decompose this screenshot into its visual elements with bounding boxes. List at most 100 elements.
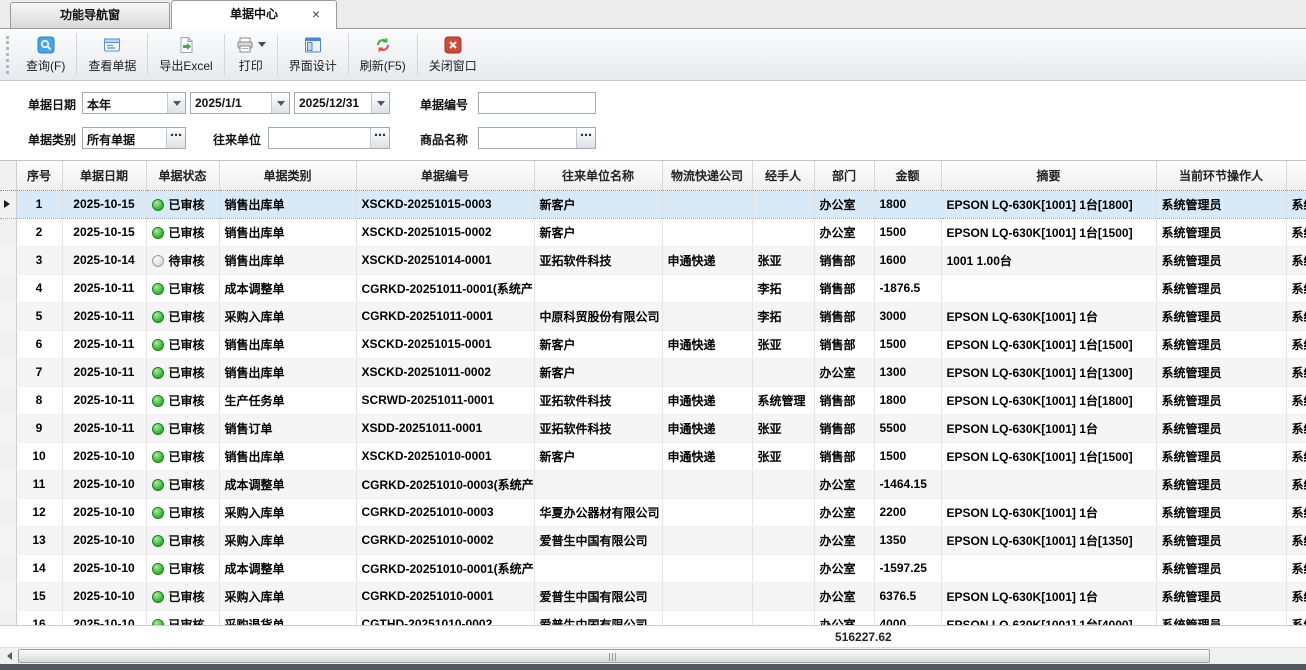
col-header-logistics[interactable]: 物流快递公司 — [662, 161, 752, 190]
col-header-handler[interactable]: 经手人 — [752, 161, 814, 190]
cell-date: 2025-10-11 — [62, 386, 146, 414]
cell-logistics — [662, 554, 752, 582]
ui-design-button[interactable]: 界面设计 — [278, 29, 348, 80]
tab-function-navigator[interactable]: 功能导航窗 — [10, 2, 170, 28]
cell-creator: 系统管理员 — [1286, 190, 1306, 218]
print-button-label: 打印 — [239, 57, 263, 74]
cell-number: SCRWD-20251011-0001 — [356, 386, 534, 414]
approved-status-icon — [152, 311, 164, 323]
cell-no: 9 — [16, 414, 62, 442]
cell-logistics — [662, 470, 752, 498]
cell-summary: EPSON LQ-630K[1001] 1台 — [941, 302, 1156, 330]
tab-close-icon[interactable]: × — [308, 1, 324, 28]
date-to-combo[interactable]: 2025/12/31 — [294, 92, 390, 114]
table-row[interactable]: 132025-10-10已审核采购入库单CGRKD-20251010-0002爱… — [0, 526, 1306, 554]
cell-summary — [941, 274, 1156, 302]
ellipsis-picker-icon[interactable]: ⋯ — [370, 128, 389, 148]
date-from-combo[interactable]: 2025/1/1 — [190, 92, 290, 114]
cell-amount: 3000 — [874, 302, 941, 330]
toolbar-grip-handle[interactable] — [6, 36, 9, 74]
table-row[interactable]: 52025-10-11已审核采购入库单CGRKD-20251011-0001中原… — [0, 302, 1306, 330]
print-dropdown-caret-icon[interactable] — [258, 42, 266, 51]
cell-no: 1 — [16, 190, 62, 218]
scroll-left-arrow-icon[interactable] — [0, 648, 17, 664]
cell-amount: 1500 — [874, 218, 941, 246]
table-row[interactable]: 162025-10-10已审核采购退货单CGTHD-20251010-0002爱… — [0, 610, 1306, 626]
cell-summary: EPSON LQ-630K[1001] 1台 — [941, 414, 1156, 442]
table-row[interactable]: 82025-10-11已审核生产任务单SCRWD-20251011-0001亚拓… — [0, 386, 1306, 414]
table-row[interactable]: 142025-10-10已审核成本调整单CGRKD-20251010-0001(… — [0, 554, 1306, 582]
cell-dept: 销售部 — [814, 414, 874, 442]
table-row[interactable]: 42025-10-11已审核成本调整单CGRKD-20251011-0001(系… — [0, 274, 1306, 302]
cell-handler: 张亚 — [752, 246, 814, 274]
chevron-down-icon[interactable] — [167, 93, 185, 113]
date-range-combo[interactable]: 本年 — [82, 92, 186, 114]
col-header-summary[interactable]: 摘要 — [941, 161, 1156, 190]
scrollbar-thumb[interactable] — [18, 649, 1210, 663]
cell-dept: 销售部 — [814, 442, 874, 470]
cell-summary: EPSON LQ-630K[1001] 1台[1800] — [941, 386, 1156, 414]
query-button[interactable]: 查询(F) — [15, 29, 76, 80]
cell-type: 销售出库单 — [219, 442, 356, 470]
cell-no: 8 — [16, 386, 62, 414]
col-header-amount[interactable]: 金额 — [874, 161, 941, 190]
table-row[interactable]: 122025-10-10已审核采购入库单CGRKD-20251010-0003华… — [0, 498, 1306, 526]
table-row[interactable]: 152025-10-10已审核采购入库单CGRKD-20251010-0001爱… — [0, 582, 1306, 610]
partner-input[interactable] — [269, 128, 371, 148]
col-header-type[interactable]: 单据类别 — [219, 161, 356, 190]
partner-input-wrap: ⋯ — [268, 127, 390, 149]
cell-summary — [941, 554, 1156, 582]
doc-category-picker[interactable]: 所有单据 ⋯ — [82, 127, 186, 149]
table-row[interactable]: 22025-10-15已审核销售出库单XSCKD-20251015-0002新客… — [0, 218, 1306, 246]
table-row[interactable]: 12025-10-15已审核销售出库单XSCKD-20251015-0003新客… — [0, 190, 1306, 218]
cell-no: 2 — [16, 218, 62, 246]
export-excel-button[interactable]: 导出Excel — [148, 29, 223, 80]
doc-number-input[interactable] — [479, 93, 595, 113]
ellipsis-picker-icon[interactable]: ⋯ — [576, 128, 595, 148]
chevron-down-icon[interactable] — [371, 93, 389, 113]
table-row[interactable]: 92025-10-11已审核销售订单XSDD-20251011-0001亚拓软件… — [0, 414, 1306, 442]
refresh-button[interactable]: 刷新(F5) — [349, 29, 417, 80]
cell-no: 13 — [16, 526, 62, 554]
cell-date: 2025-10-11 — [62, 330, 146, 358]
col-header-status[interactable]: 单据状态 — [146, 161, 219, 190]
col-header-operator[interactable]: 当前环节操作人 — [1156, 161, 1286, 190]
table-row[interactable]: 72025-10-11已审核销售出库单XSCKD-20251011-0002新客… — [0, 358, 1306, 386]
cell-creator: 系统管理员 — [1286, 358, 1306, 386]
table-row[interactable]: 62025-10-11已审核销售出库单XSCKD-20251015-0001新客… — [0, 330, 1306, 358]
cell-handler: 张亚 — [752, 442, 814, 470]
search-icon — [37, 36, 55, 54]
col-header-date[interactable]: 单据日期 — [62, 161, 146, 190]
col-header-creator[interactable]: 制单人 — [1286, 161, 1306, 190]
col-header-dept[interactable]: 部门 — [814, 161, 874, 190]
cell-date: 2025-10-10 — [62, 470, 146, 498]
chevron-down-icon[interactable] — [271, 93, 289, 113]
horizontal-scrollbar[interactable] — [0, 647, 1306, 664]
cell-operator: 系统管理员 — [1156, 498, 1286, 526]
cell-partner — [534, 470, 662, 498]
col-header-partner[interactable]: 往来单位名称 — [534, 161, 662, 190]
cell-dept: 销售部 — [814, 302, 874, 330]
approved-status-icon — [152, 283, 164, 295]
cell-type: 采购入库单 — [219, 498, 356, 526]
cell-dept: 办公室 — [814, 610, 874, 626]
tab-document-center[interactable]: 单据中心 × — [171, 0, 337, 29]
ui-design-button-label: 界面设计 — [289, 57, 337, 74]
cell-creator: 系统管理员 — [1286, 330, 1306, 358]
table-row[interactable]: 102025-10-10已审核销售出库单XSCKD-20251010-0001新… — [0, 442, 1306, 470]
view-document-button[interactable]: 查看单据 — [77, 29, 147, 80]
approved-status-icon — [152, 395, 164, 407]
table-row[interactable]: 32025-10-14待审核销售出库单XSCKD-20251014-0001亚拓… — [0, 246, 1306, 274]
close-window-icon — [444, 36, 462, 54]
print-button[interactable]: 打印 — [225, 29, 277, 80]
cell-handler: 系统管理 — [752, 386, 814, 414]
close-window-button[interactable]: 关闭窗口 — [418, 29, 488, 80]
cell-type: 成本调整单 — [219, 274, 356, 302]
table-row[interactable]: 112025-10-10已审核成本调整单CGRKD-20251010-0003(… — [0, 470, 1306, 498]
col-header-no[interactable]: 序号 — [16, 161, 62, 190]
product-input[interactable] — [479, 128, 577, 148]
cell-logistics — [662, 218, 752, 246]
cell-handler — [752, 610, 814, 626]
ellipsis-picker-icon[interactable]: ⋯ — [166, 128, 185, 148]
col-header-number[interactable]: 单据编号 — [356, 161, 534, 190]
